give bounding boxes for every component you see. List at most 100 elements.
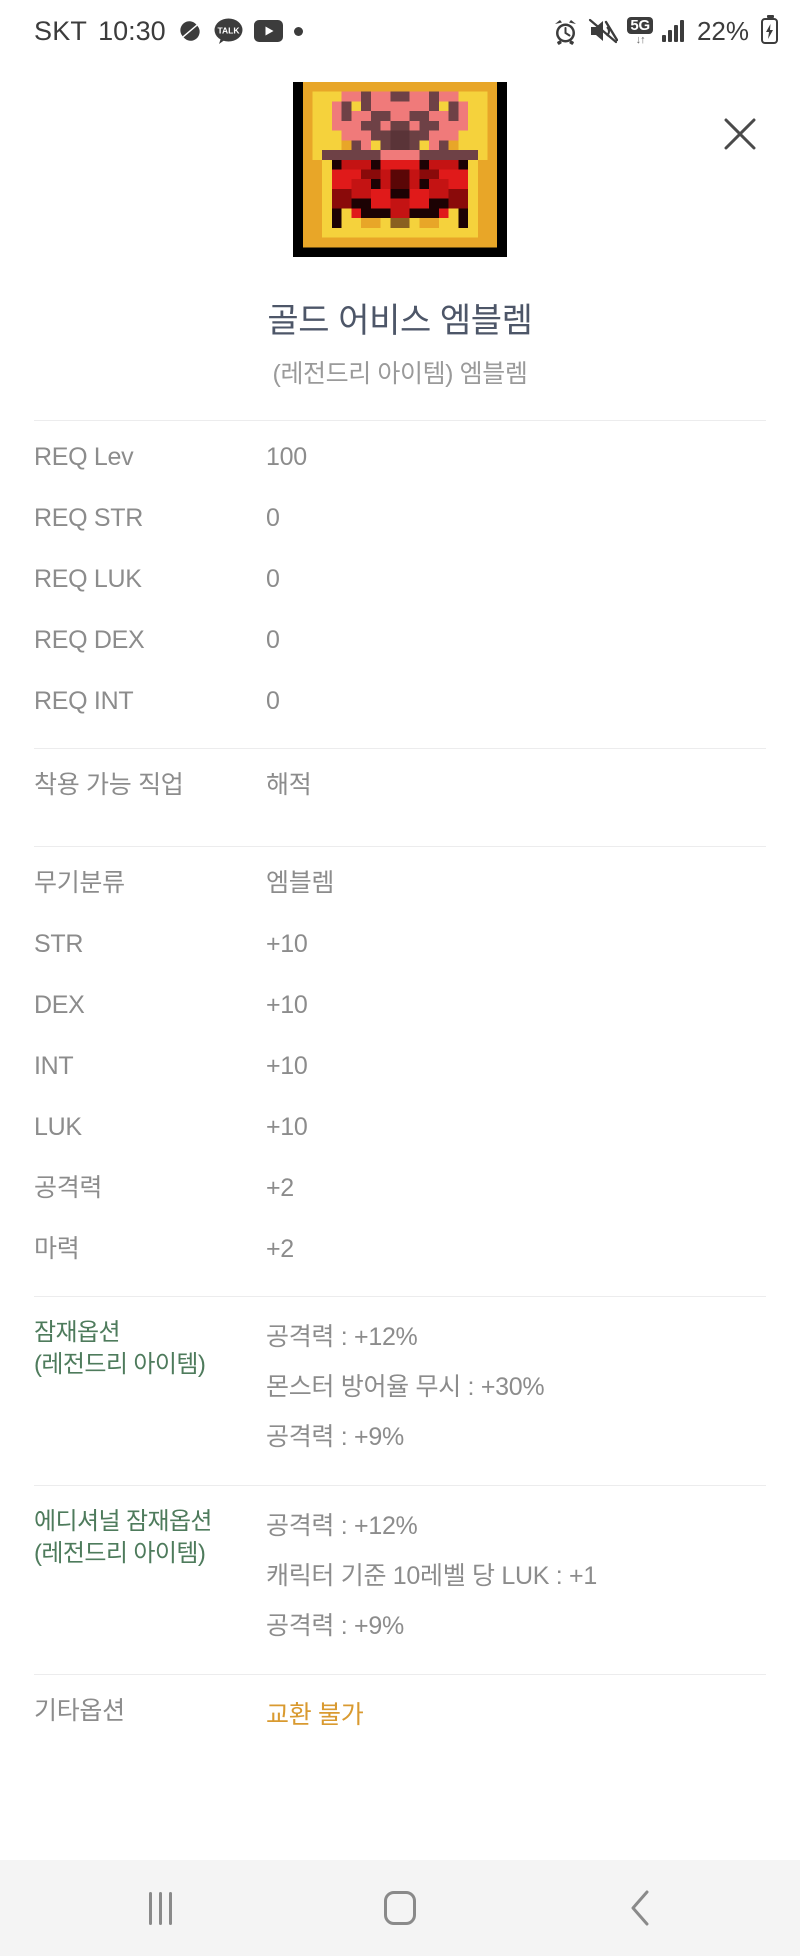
table-row: INT +10 — [34, 1042, 766, 1103]
table-row: REQ STR 0 — [34, 494, 766, 555]
potential-label-line2: (레전드리 아이템) — [34, 1350, 206, 1378]
alarm-icon — [552, 18, 579, 45]
additional-potential-label-line1: 에디셔널 잠재옵션 — [34, 1508, 213, 1535]
table-row: 무기분류 엠블렘 — [34, 859, 766, 920]
item-subtitle: (레전드리 아이템) 엠블렘 — [272, 360, 528, 388]
potential-section: 잠재옵션 (레전드리 아이템) 공격력 : +12% 몬스터 방어율 무시 : … — [34, 1297, 766, 1471]
stat-int-value: +10 — [266, 1052, 308, 1080]
stat-str-value: +10 — [266, 930, 308, 958]
svg-text:TALK: TALK — [217, 25, 240, 35]
status-badge: 교환 불가 — [266, 1701, 364, 1729]
additional-potential-label-line2: (레전드리 아이템) — [34, 1539, 206, 1567]
pill-icon — [177, 19, 203, 43]
stat-str-label: STR — [34, 930, 84, 958]
status-bar-left: SKT 10:30 TALK — [34, 16, 303, 47]
stat-attack-value: +2 — [266, 1174, 294, 1202]
chevron-left-icon — [631, 1890, 649, 1926]
stat-magic-value: +2 — [266, 1235, 294, 1263]
additional-potential-options: 공격력 : +12% 캐릭터 기준 10레벨 당 LUK : +1 공격력 : … — [266, 1506, 766, 1642]
table-row: REQ Lev 100 — [34, 433, 766, 494]
list-item: 공격력 : +9% — [266, 1612, 404, 1640]
page-title: 골드 어비스 엠블렘 — [267, 302, 533, 340]
stat-attack-label: 공격력 — [34, 1174, 103, 1202]
weapon-category-value: 엠블렘 — [266, 869, 335, 897]
table-row: STR +10 — [34, 920, 766, 981]
notification-dot-icon — [293, 26, 303, 36]
app-screen: SKT 10:30 TALK 5G ↓↑ 22% 골드 어비스 엠블렘 (레전드… — [0, 0, 800, 1956]
battery-icon — [761, 15, 778, 44]
req-str-label: REQ STR — [34, 504, 144, 532]
carrier-label: SKT — [34, 15, 88, 46]
additional-potential-label: 에디셔널 잠재옵션 (레전드리 아이템) — [34, 1506, 266, 1569]
list-item: 공격력 : +12% — [266, 1512, 418, 1540]
additional-potential-section: 에디셔널 잠재옵션 (레전드리 아이템) 공격력 : +12% 캐릭터 기준 1… — [34, 1486, 766, 1660]
req-luk-label: REQ LUK — [34, 565, 142, 593]
req-int-value: 0 — [266, 687, 280, 715]
table-row: 잠재옵션 (레전드리 아이템) 공격력 : +12% 몬스터 방어율 무시 : … — [34, 1309, 766, 1461]
table-row: 착용 가능 직업 해적 — [34, 761, 766, 822]
network-type-label: 5G — [627, 16, 653, 34]
clock-label: 10:30 — [98, 15, 166, 46]
close-icon[interactable] — [712, 106, 768, 162]
network-arrows-label: ↓↑ — [635, 33, 646, 46]
list-item: 공격력 : +9% — [266, 1423, 404, 1451]
title-block: 골드 어비스 엠블렘 (레전드리 아이템) 엠블렘 — [0, 257, 800, 390]
item-emblem-icon — [293, 82, 507, 257]
requirements-section: REQ Lev 100 REQ STR 0 REQ LUK 0 REQ DEX … — [34, 421, 766, 748]
item-header: 골드 어비스 엠블렘 (레전드리 아이템) 엠블렘 — [0, 62, 800, 390]
potential-options: 공격력 : +12% 몬스터 방어율 무시 : +30% 공격력 : +9% — [266, 1317, 766, 1453]
job-value: 해적 — [266, 771, 312, 799]
youtube-icon — [253, 20, 283, 42]
home-button[interactable] — [355, 1873, 445, 1943]
battery-percent-label: 22% — [696, 15, 749, 46]
stat-magic-label: 마력 — [34, 1235, 80, 1263]
kakaotalk-icon: TALK — [214, 18, 243, 45]
table-row: 에디셔널 잠재옵션 (레전드리 아이템) 공격력 : +12% 캐릭터 기준 1… — [34, 1498, 766, 1650]
potential-label-line1: 잠재옵션 — [34, 1319, 121, 1346]
job-section: 착용 가능 직업 해적 — [34, 749, 766, 832]
android-navigation-bar — [0, 1860, 800, 1956]
job-label: 착용 가능 직업 — [34, 771, 184, 799]
table-row: 공격력 +2 — [34, 1164, 766, 1225]
req-luk-value: 0 — [266, 565, 280, 593]
table-row: REQ INT 0 — [34, 677, 766, 738]
stat-dex-label: DEX — [34, 991, 85, 1019]
home-icon — [384, 1891, 416, 1925]
stat-luk-label: LUK — [34, 1113, 82, 1141]
signal-bars-icon — [661, 20, 684, 42]
stats-section: 무기분류 엠블렘 STR +10 DEX +10 INT +10 LUK +10… — [34, 847, 766, 1296]
recents-button[interactable] — [115, 1873, 205, 1943]
weapon-category-label: 무기분류 — [34, 869, 125, 897]
table-row: DEX +10 — [34, 981, 766, 1042]
content-filler — [34, 1758, 766, 1860]
status-bar: SKT 10:30 TALK 5G ↓↑ 22% — [0, 0, 800, 62]
table-row: REQ DEX 0 — [34, 616, 766, 677]
back-button[interactable] — [595, 1873, 685, 1943]
potential-label: 잠재옵션 (레전드리 아이템) — [34, 1317, 266, 1380]
stat-dex-value: +10 — [266, 991, 308, 1019]
list-item: 공격력 : +12% — [266, 1323, 418, 1351]
status-bar-right: 5G ↓↑ 22% — [552, 15, 778, 47]
etc-label: 기타옵션 — [34, 1697, 125, 1725]
req-lev-value: 100 — [266, 443, 307, 471]
table-row: REQ LUK 0 — [34, 555, 766, 616]
network-5g-icon: 5G ↓↑ — [627, 16, 653, 46]
mute-icon — [588, 18, 619, 44]
req-dex-value: 0 — [266, 626, 280, 654]
item-detail-content: REQ Lev 100 REQ STR 0 REQ LUK 0 REQ DEX … — [0, 390, 800, 1860]
table-row: 마력 +2 — [34, 1225, 766, 1286]
list-item: 몬스터 방어율 무시 : +30% — [266, 1373, 545, 1401]
stat-int-label: INT — [34, 1052, 74, 1080]
list-item: 캐릭터 기준 10레벨 당 LUK : +1 — [266, 1562, 597, 1590]
req-int-label: REQ INT — [34, 687, 134, 715]
table-row: LUK +10 — [34, 1103, 766, 1164]
req-lev-label: REQ Lev — [34, 443, 134, 471]
req-str-value: 0 — [266, 504, 280, 532]
req-dex-label: REQ DEX — [34, 626, 145, 654]
etc-section: 기타옵션 교환 불가 — [34, 1675, 766, 1758]
item-icon-wrap — [0, 72, 800, 257]
